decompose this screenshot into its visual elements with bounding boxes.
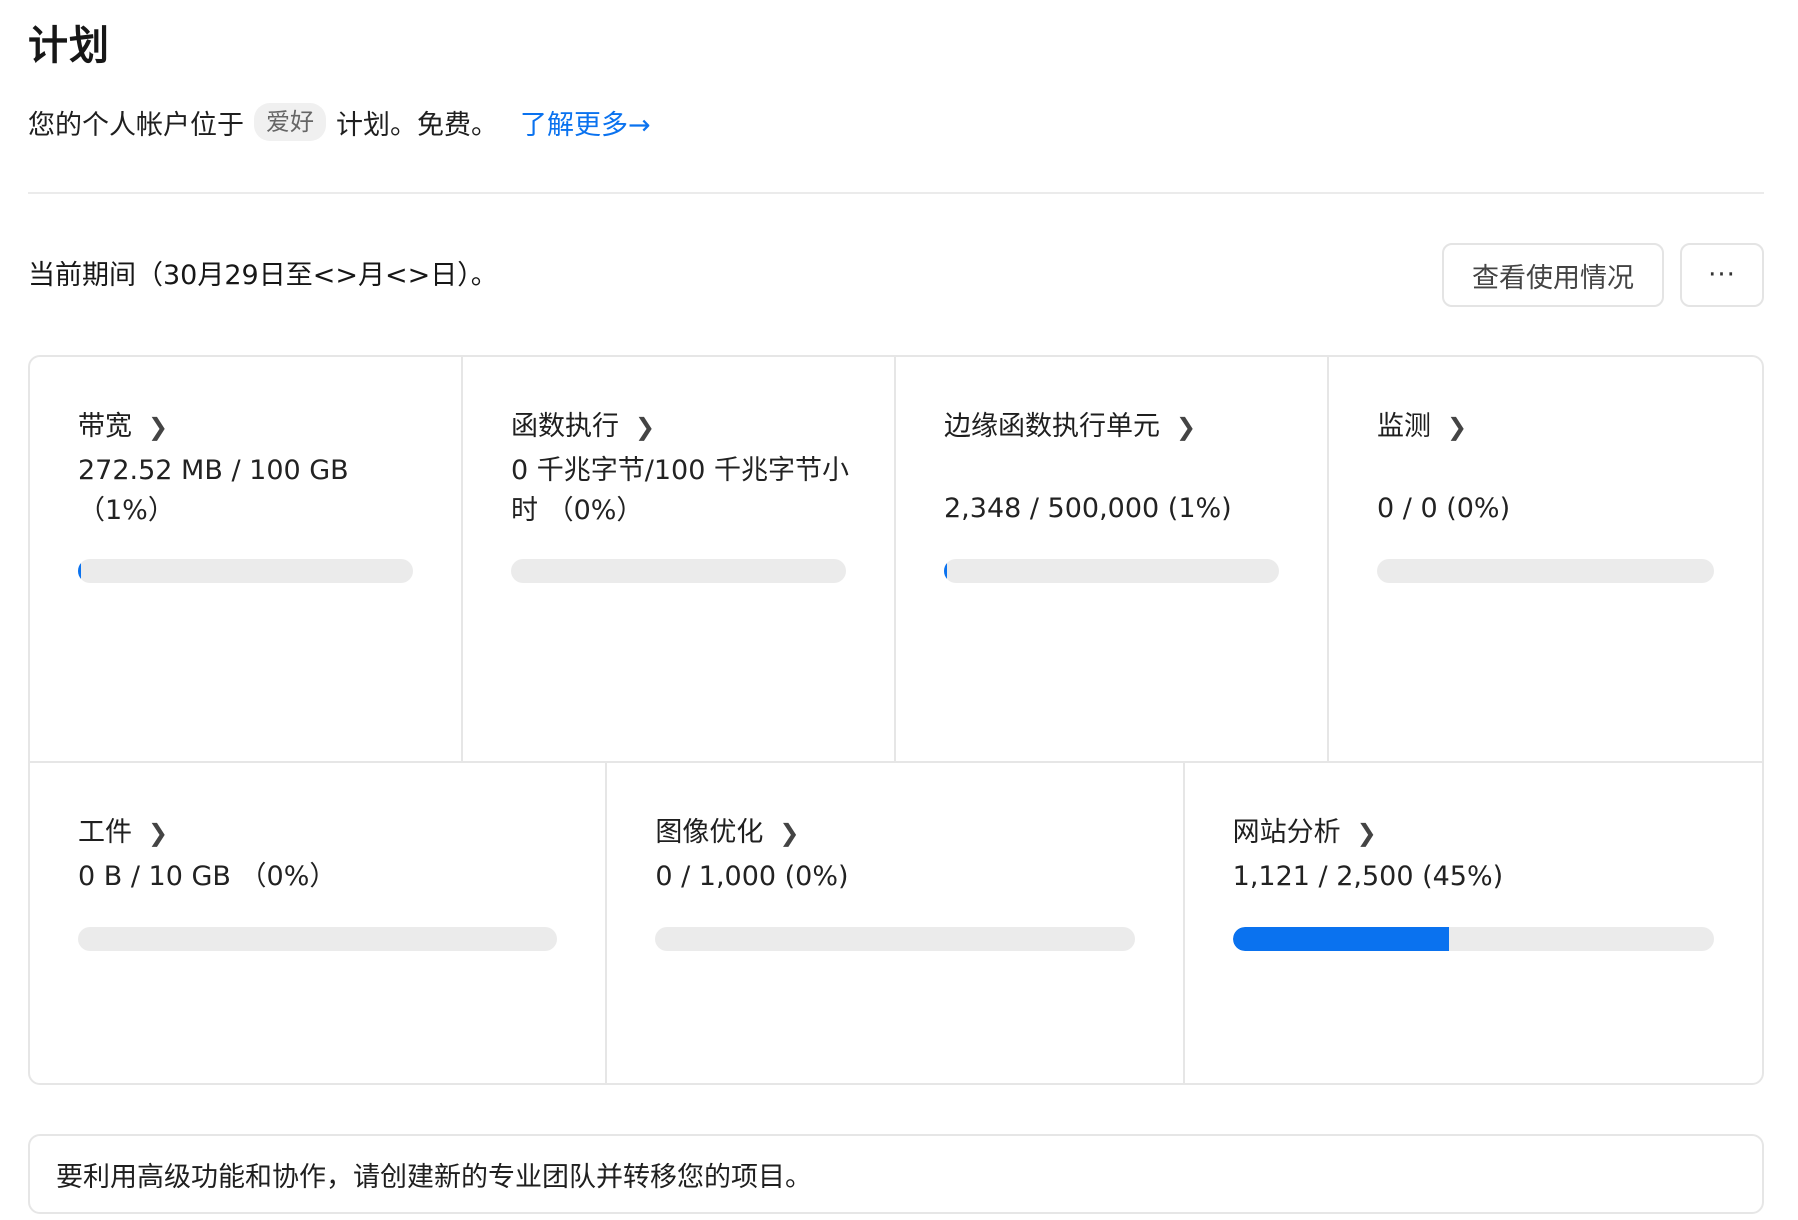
usage-card-title: 网站分析 [1232, 817, 1341, 848]
usage-grid: 带宽 ❯ 272.52 MB / 100 GB （1%） 函数执行 ❯ 0 千兆… [28, 355, 1764, 1085]
upgrade-notice-text: 要利用高级功能和协作，请创建新的专业团队并转移您的项目。 [56, 1161, 812, 1193]
usage-progress-bar [655, 927, 1135, 951]
usage-card-value: 272.52 MB / 100 GB （1%） [78, 455, 349, 526]
usage-progress-fill [1232, 927, 1450, 951]
chevron-right-icon: ❯ [779, 819, 800, 847]
usage-card-image-optimization: 图像优化 ❯ 0 / 1,000 (0%) [607, 763, 1185, 1083]
current-period-text: 当前期间（30月29日至<>月<>日）。 [28, 260, 498, 291]
usage-card-value: 0 / 0 (0%) [1377, 493, 1511, 524]
usage-card-value: 0 / 1,000 (0%) [655, 861, 849, 892]
usage-card-value: 1,121 / 2,500 (45%) [1232, 861, 1504, 892]
chevron-right-icon: ❯ [1356, 819, 1377, 847]
usage-progress-bar [511, 559, 846, 583]
usage-card-title: 监测 [1377, 411, 1431, 442]
usage-card-value: 0 B / 10 GB （0%） [78, 861, 337, 892]
usage-card-web-analytics: 网站分析 ❯ 1,121 / 2,500 (45%) [1185, 763, 1762, 1083]
more-options-button[interactable]: ··· [1680, 243, 1764, 307]
usage-progress-fill [944, 559, 948, 583]
plan-desc-prefix: 您的个人帐户位于 [28, 109, 244, 141]
usage-card-value: 0 千兆字节/100 千兆字节小时 （0%） [511, 455, 849, 526]
upgrade-notice: 要利用高级功能和协作，请创建新的专业团队并转移您的项目。 [28, 1134, 1764, 1214]
chevron-right-icon: ❯ [635, 413, 656, 441]
chevron-right-icon: ❯ [148, 819, 169, 847]
usage-progress-bar [78, 559, 413, 583]
usage-row-bottom: 工件 ❯ 0 B / 10 GB （0%） 图像优化 ❯ 0 / 1,000 (… [30, 763, 1762, 1083]
usage-card-title: 工件 [78, 817, 132, 848]
usage-card-edge-function-units: 边缘函数执行单元 ❯ 2,348 / 500,000 (1%) [896, 357, 1329, 761]
usage-card-link[interactable]: 图像优化 ❯ [655, 813, 799, 853]
usage-card-link[interactable]: 带宽 ❯ [78, 407, 168, 447]
chevron-right-icon: ❯ [148, 413, 169, 441]
usage-card-bandwidth: 带宽 ❯ 272.52 MB / 100 GB （1%） [30, 357, 463, 761]
usage-card-monitoring: 监测 ❯ 0 / 0 (0%) [1329, 357, 1762, 761]
usage-card-title: 边缘函数执行单元 [944, 411, 1160, 442]
usage-progress-bar [944, 559, 1279, 583]
usage-card-link[interactable]: 工件 ❯ [78, 813, 168, 853]
usage-card-link[interactable]: 边缘函数执行单元 ❯ [944, 407, 1196, 447]
usage-card-artifacts: 工件 ❯ 0 B / 10 GB （0%） [30, 763, 608, 1083]
plan-page: 计划 您的个人帐户位于 爱好 计划。免费。 了解更多→ 当前期间（30月29日至… [0, 0, 1798, 1220]
usage-progress-fill [78, 559, 82, 583]
chevron-right-icon: ❯ [1176, 413, 1197, 441]
usage-card-title: 带宽 [78, 411, 132, 442]
page-title: 计划 [28, 23, 110, 69]
more-options-icon: ··· [1708, 260, 1736, 290]
usage-card-link[interactable]: 监测 ❯ [1377, 407, 1467, 447]
divider [28, 192, 1764, 194]
usage-row-top: 带宽 ❯ 272.52 MB / 100 GB （1%） 函数执行 ❯ 0 千兆… [30, 357, 1762, 763]
plan-badge: 爱好 [254, 103, 326, 141]
view-usage-button[interactable]: 查看使用情况 [1442, 243, 1664, 307]
usage-card-link[interactable]: 网站分析 ❯ [1233, 813, 1377, 853]
usage-card-title: 图像优化 [655, 817, 764, 848]
usage-card-link[interactable]: 函数执行 ❯ [511, 407, 655, 447]
usage-card-title: 函数执行 [511, 411, 619, 442]
usage-progress-bar [78, 927, 558, 951]
usage-card-function-execution: 函数执行 ❯ 0 千兆字节/100 千兆字节小时 （0%） [463, 357, 896, 761]
plan-description: 您的个人帐户位于 爱好 计划。免费。 了解更多→ [28, 98, 651, 146]
usage-progress-bar [1232, 927, 1714, 951]
usage-card-value: 2,348 / 500,000 (1%) [944, 493, 1232, 524]
chevron-right-icon: ❯ [1447, 413, 1468, 441]
plan-desc-suffix: 计划。免费。 [336, 109, 498, 141]
usage-progress-bar [1377, 559, 1714, 583]
learn-more-link[interactable]: 了解更多→ [520, 103, 651, 142]
